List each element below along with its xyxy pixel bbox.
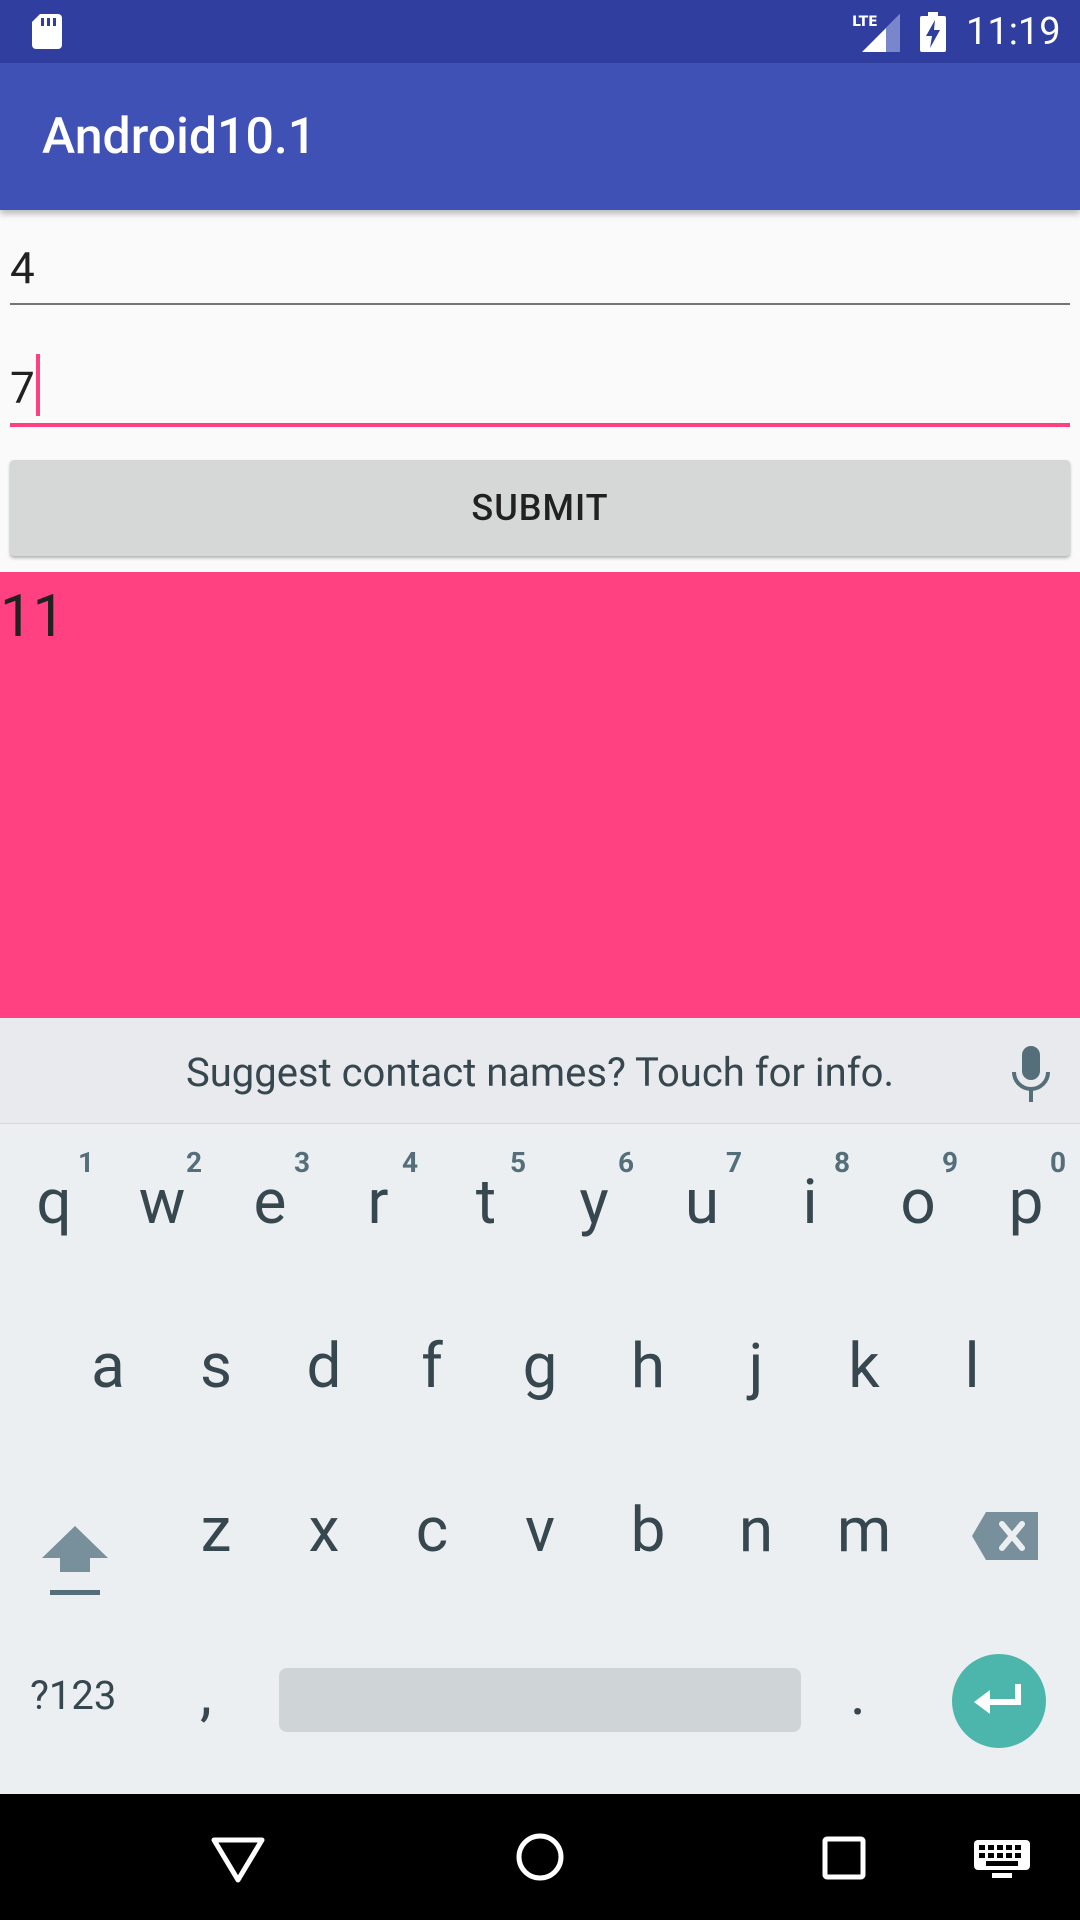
key-b[interactable]: b xyxy=(605,1496,691,1566)
key-hint-1: 1 xyxy=(78,1146,95,1179)
key-m[interactable]: m xyxy=(821,1496,907,1566)
key-hint-0: 0 xyxy=(1050,1146,1067,1179)
space-bar[interactable] xyxy=(279,1668,801,1732)
key-hint-8: 8 xyxy=(834,1146,851,1179)
key-hint-9: 9 xyxy=(942,1146,959,1179)
comma-key[interactable]: , xyxy=(200,1658,212,1729)
key-v[interactable]: v xyxy=(497,1496,583,1566)
text-cursor xyxy=(36,354,40,416)
lte-signal-icon: LTE xyxy=(852,14,900,52)
sd-card-icon xyxy=(32,14,62,49)
result-value: 11 xyxy=(0,583,66,651)
symbols-key[interactable]: ?123 xyxy=(30,1672,116,1719)
enter-key[interactable] xyxy=(952,1654,1046,1748)
key-d[interactable]: d xyxy=(281,1332,367,1402)
key-g[interactable]: g xyxy=(497,1332,583,1402)
period-key[interactable]: . xyxy=(850,1658,866,1729)
svg-text:LTE: LTE xyxy=(852,14,878,30)
backspace-icon[interactable] xyxy=(972,1512,1038,1560)
soft-keyboard: Suggest contact names? Touch for info. q… xyxy=(0,1018,1080,1794)
key-hint-5: 5 xyxy=(510,1146,527,1179)
key-hint-2: 2 xyxy=(186,1146,203,1179)
key-s[interactable]: s xyxy=(173,1332,259,1402)
recents-icon[interactable] xyxy=(822,1836,866,1880)
navigation-bar xyxy=(0,1794,1080,1920)
result-panel: 11 xyxy=(0,572,1080,1018)
home-icon[interactable] xyxy=(515,1832,565,1882)
suggestion-strip[interactable]: Suggest contact names? Touch for info. xyxy=(0,1018,1080,1124)
app-bar: Android10.1 xyxy=(0,63,1080,210)
key-h[interactable]: h xyxy=(605,1332,691,1402)
key-x[interactable]: x xyxy=(281,1496,367,1566)
submit-button[interactable]: SUBMIT xyxy=(10,460,1070,556)
key-k[interactable]: k xyxy=(821,1332,907,1402)
first-number-input[interactable] xyxy=(10,238,1070,298)
second-input-underline-focused xyxy=(10,423,1070,427)
keyboard-switch-icon[interactable] xyxy=(974,1840,1030,1878)
key-hint-4: 4 xyxy=(402,1146,419,1179)
key-n[interactable]: n xyxy=(713,1496,799,1566)
second-number-input[interactable] xyxy=(10,358,1070,418)
battery-charging-icon xyxy=(920,12,946,52)
key-c[interactable]: c xyxy=(389,1496,475,1566)
key-z[interactable]: z xyxy=(173,1496,259,1566)
contact-suggestion-prompt[interactable]: Suggest contact names? Touch for info. xyxy=(0,1048,1080,1098)
key-a[interactable]: a xyxy=(65,1332,151,1402)
key-j[interactable]: j xyxy=(713,1332,799,1402)
microphone-icon[interactable] xyxy=(1010,1046,1052,1102)
key-hint-6: 6 xyxy=(618,1146,635,1179)
status-bar: LTE 11:19 xyxy=(0,0,1080,63)
key-hint-3: 3 xyxy=(294,1146,311,1179)
key-hint-7: 7 xyxy=(726,1146,743,1179)
status-clock: 11:19 xyxy=(966,10,1061,54)
app-title: Android10.1 xyxy=(42,108,317,166)
first-input-underline xyxy=(10,303,1070,305)
back-icon[interactable] xyxy=(210,1836,266,1884)
key-f[interactable]: f xyxy=(389,1332,475,1402)
shift-icon[interactable] xyxy=(40,1506,110,1602)
key-l[interactable]: l xyxy=(929,1332,1015,1402)
enter-arrow-icon xyxy=(974,1684,1021,1714)
